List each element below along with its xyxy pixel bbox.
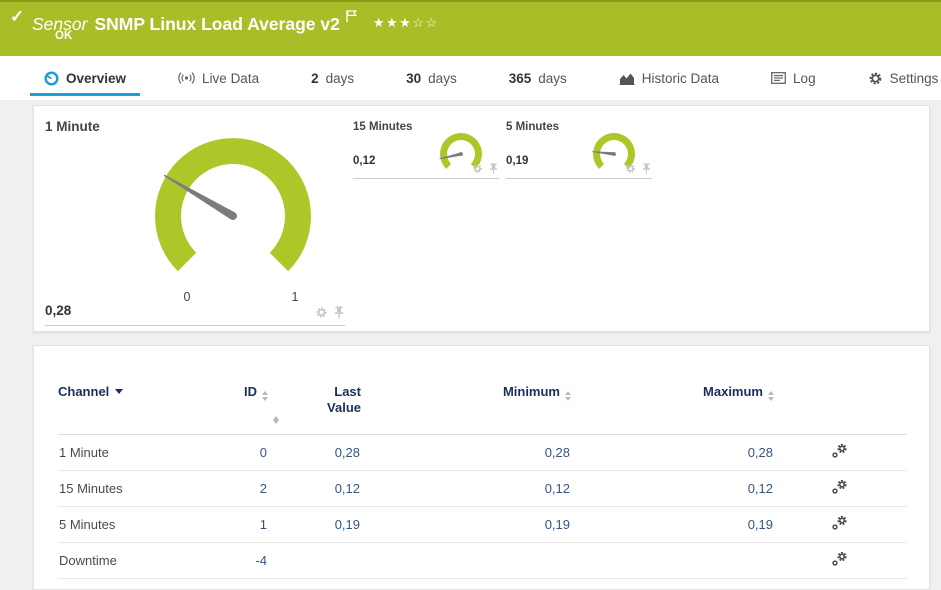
sensor-header: ✓ Sensor SNMP Linux Load Average v2 ★★★☆☆ … xyxy=(0,0,941,56)
gauge-1min-title: 1 Minute xyxy=(45,119,100,134)
channel-id: 1 xyxy=(208,506,268,543)
channel-settings-gears-icon[interactable] xyxy=(831,515,848,531)
channel-settings-gears-icon[interactable] xyxy=(831,443,848,459)
channel-last-value: 0,19 xyxy=(268,506,361,543)
gauge-pin-icon[interactable] xyxy=(642,163,651,174)
gauge-pin-icon[interactable] xyxy=(334,306,344,319)
gauge-settings-gear-icon[interactable] xyxy=(315,306,328,319)
channel-maximum: 0,19 xyxy=(571,506,774,543)
channel-maximum: 0,28 xyxy=(571,434,774,471)
tab-log[interactable]: Log xyxy=(757,56,830,100)
gauge-scale-max: 1 xyxy=(291,290,299,304)
status-check-icon: ✓ xyxy=(10,7,25,26)
gauge-5min-title: 5 Minutes xyxy=(506,121,560,133)
channel-minimum: 0,12 xyxy=(361,470,571,507)
channel-maximum xyxy=(571,542,774,579)
live-data-broadcast-icon xyxy=(178,72,195,84)
historic-data-chart-icon xyxy=(619,73,635,85)
channel-maximum: 0,12 xyxy=(571,470,774,507)
sort-icon xyxy=(273,416,361,424)
channel-id: -4 xyxy=(208,542,268,579)
channel-settings-gears-icon[interactable] xyxy=(831,479,848,495)
tab-365-days[interactable]: 365 days xyxy=(495,56,581,100)
table-row: 1 Minute 0 0,28 0,28 0,28 xyxy=(58,434,907,471)
sort-icon xyxy=(768,391,774,401)
gauge-15min-value: 0,12 xyxy=(353,155,376,167)
column-header-maximum[interactable]: Maximum xyxy=(571,384,774,435)
column-header-id[interactable]: ID xyxy=(208,384,268,435)
column-header-actions xyxy=(774,384,907,435)
gauge-scale-min: 0 xyxy=(183,290,191,304)
channel-name: 1 Minute xyxy=(58,434,208,471)
sort-icon xyxy=(565,391,571,401)
channels-panel: Channel ID Last Value Minimum Maximum 1 … xyxy=(33,345,930,590)
priority-flag-icon[interactable] xyxy=(346,6,357,27)
gauge-settings-gear-icon[interactable] xyxy=(472,163,483,174)
gauge-1min-value: 0,28 xyxy=(45,303,72,318)
sensor-title: SNMP Linux Load Average v2 xyxy=(94,14,340,34)
log-list-icon xyxy=(771,72,786,84)
channel-minimum xyxy=(361,542,571,579)
channel-last-value: 0,28 xyxy=(268,434,361,471)
overview-gauge-icon xyxy=(44,70,59,86)
favorite-stars[interactable]: ★★★☆☆ xyxy=(373,15,439,31)
gauge-15min-title: 15 Minutes xyxy=(353,121,413,133)
gauge-divider xyxy=(45,325,345,326)
tab-historic-data[interactable]: Historic Data xyxy=(605,56,733,100)
channel-name: 5 Minutes xyxy=(58,506,208,543)
gauge-1min xyxy=(155,138,311,272)
channel-id: 0 xyxy=(208,434,268,471)
settings-gear-icon xyxy=(869,72,881,84)
tab-30-days[interactable]: 30 days xyxy=(392,56,471,100)
sensor-status-badge: OK xyxy=(55,30,73,42)
tab-bar: Overview Live Data 2 days 30 days 365 da… xyxy=(0,56,941,100)
channel-id: 2 xyxy=(208,470,268,507)
table-row: 15 Minutes 2 0,12 0,12 0,12 xyxy=(58,470,907,507)
column-header-last-value[interactable]: Last Value xyxy=(268,384,361,435)
gauge-pin-icon[interactable] xyxy=(489,163,498,174)
table-row: 5 Minutes 1 0,19 0,19 0,19 xyxy=(58,506,907,543)
gauges-panel: 1 Minute 0 1 0,28 15 Minutes 0,12 5 Minu… xyxy=(33,105,930,332)
gauge-divider xyxy=(506,178,652,179)
channel-minimum: 0,19 xyxy=(361,506,571,543)
channel-name: Downtime xyxy=(58,542,208,579)
gauge-divider xyxy=(353,178,499,179)
channel-table: Channel ID Last Value Minimum Maximum 1 … xyxy=(58,384,907,579)
gauge-arc xyxy=(155,138,311,272)
tab-overview[interactable]: Overview xyxy=(30,56,141,100)
gauge-settings-gear-icon[interactable] xyxy=(625,163,636,174)
channel-name: 15 Minutes xyxy=(58,470,208,507)
column-header-channel[interactable]: Channel xyxy=(58,384,208,435)
sort-icon xyxy=(262,391,268,401)
table-row: Downtime -4 xyxy=(58,542,907,579)
channel-last-value: 0,12 xyxy=(268,470,361,507)
channel-last-value xyxy=(268,542,361,579)
column-header-minimum[interactable]: Minimum xyxy=(361,384,571,435)
tab-settings[interactable]: Settings xyxy=(854,56,941,100)
sort-desc-icon xyxy=(115,389,124,394)
channel-minimum: 0,28 xyxy=(361,434,571,471)
tab-2-days[interactable]: 2 days xyxy=(297,56,368,100)
channel-settings-gears-icon[interactable] xyxy=(831,551,848,567)
gauge-5min-value: 0,19 xyxy=(506,155,529,167)
tab-live-data[interactable]: Live Data xyxy=(164,56,273,100)
